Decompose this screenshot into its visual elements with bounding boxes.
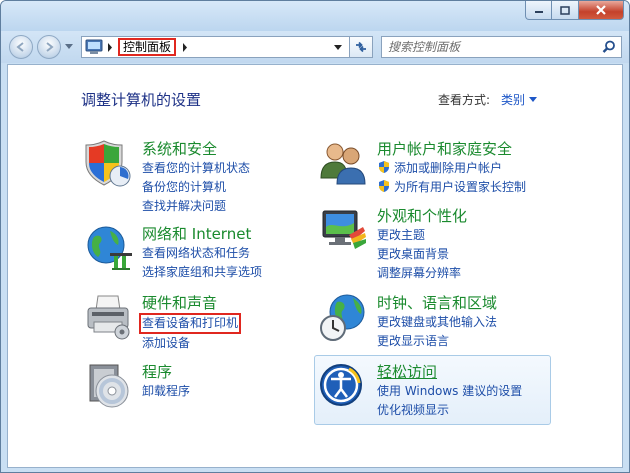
category-title[interactable]: 外观和个性化 (377, 205, 467, 226)
link-change-input-method[interactable]: 更改键盘或其他输入法 (377, 313, 497, 332)
category-title[interactable]: 时钟、语言和区域 (377, 292, 497, 313)
category-title[interactable]: 网络和 Internet (142, 223, 251, 244)
search-box[interactable] (381, 36, 622, 58)
category-title[interactable]: 硬件和声音 (142, 292, 217, 313)
breadcrumb-separator-icon (108, 43, 112, 52)
globe-clock-icon[interactable] (319, 292, 369, 342)
refresh-button[interactable] (349, 36, 373, 58)
chevron-down-icon (529, 97, 538, 102)
link-recommended-settings[interactable]: 使用 Windows 建议的设置 (377, 382, 522, 401)
refresh-icon (356, 41, 366, 53)
breadcrumb-control-panel[interactable]: 控制面板 (118, 38, 177, 56)
control-panel-window: 控制面板 调整计算机的设置 查看方式: 类别 (0, 0, 630, 473)
forward-arrow-icon (46, 42, 54, 52)
category-title[interactable]: 程序 (142, 361, 172, 382)
window-controls (525, 1, 624, 20)
link-view-network-status[interactable]: 查看网络状态和任务 (142, 244, 262, 263)
link-homegroup-sharing[interactable]: 选择家庭组和共享选项 (142, 263, 262, 282)
search-input[interactable] (388, 39, 588, 55)
back-button[interactable] (9, 35, 33, 59)
link-view-computer-status[interactable]: 查看您的计算机状态 (142, 159, 250, 178)
view-by-label: 查看方式: (438, 93, 491, 107)
printer-icon[interactable] (84, 292, 134, 342)
disc-icon[interactable] (84, 361, 134, 411)
link-troubleshoot[interactable]: 查找并解决问题 (142, 197, 250, 216)
page-title: 调整计算机的设置 (81, 91, 202, 109)
link-label: 添加或删除用户帐户 (394, 161, 503, 175)
view-by-dropdown[interactable]: 类别 (501, 91, 538, 108)
breadcrumb-label: 控制面板 (123, 40, 172, 54)
address-dropdown-icon[interactable] (334, 45, 342, 50)
users-icon[interactable] (319, 138, 369, 188)
link-parental-controls[interactable]: 为所有用户设置家长控制 (377, 178, 526, 197)
link-optimize-visual-display[interactable]: 优化视频显示 (377, 401, 522, 420)
view-by-value: 类别 (501, 93, 526, 107)
link-uninstall-program[interactable]: 卸载程序 (142, 382, 190, 401)
shield-icon[interactable] (84, 138, 134, 188)
minimize-button[interactable] (525, 1, 552, 20)
control-panel-icon (85, 39, 103, 54)
recent-pages-dropdown[interactable] (65, 44, 73, 50)
navigation-bar: 控制面板 (1, 31, 629, 63)
uac-shield-icon (379, 180, 389, 192)
category-title[interactable]: 轻松访问 (377, 361, 437, 382)
monitor-palette-icon[interactable] (319, 205, 369, 255)
back-arrow-icon (16, 42, 24, 52)
link-adjust-resolution[interactable]: 调整屏幕分辨率 (377, 264, 461, 283)
link-change-desktop-background[interactable]: 更改桌面背景 (377, 245, 461, 264)
close-icon (596, 5, 606, 15)
link-add-remove-user[interactable]: 添加或删除用户帐户 (377, 159, 526, 178)
accessibility-icon[interactable] (319, 361, 369, 411)
content-area: 调整计算机的设置 查看方式: 类别 系统和安全 查看您的计算机状态 备份您的计算… (7, 64, 623, 468)
title-bar (1, 1, 629, 31)
link-backup-computer[interactable]: 备份您的计算机 (142, 178, 250, 197)
forward-button[interactable] (37, 35, 61, 59)
maximize-icon (560, 5, 570, 15)
maximize-button[interactable] (552, 1, 579, 20)
category-title[interactable]: 系统和安全 (142, 138, 217, 159)
breadcrumb-expand-icon[interactable] (182, 43, 188, 52)
globe-network-icon[interactable] (84, 223, 134, 273)
link-view-devices-printers[interactable]: 查看设备和打印机 (139, 313, 242, 334)
search-icon[interactable] (602, 40, 616, 54)
close-button[interactable] (579, 1, 624, 20)
address-bar[interactable]: 控制面板 (81, 36, 373, 58)
link-change-theme[interactable]: 更改主题 (377, 226, 461, 245)
minimize-icon (534, 11, 543, 13)
uac-shield-icon (379, 161, 389, 173)
link-label: 为所有用户设置家长控制 (394, 180, 527, 194)
link-change-display-language[interactable]: 更改显示语言 (377, 332, 497, 351)
link-add-device[interactable]: 添加设备 (142, 334, 241, 353)
category-title[interactable]: 用户帐户和家庭安全 (377, 138, 512, 159)
